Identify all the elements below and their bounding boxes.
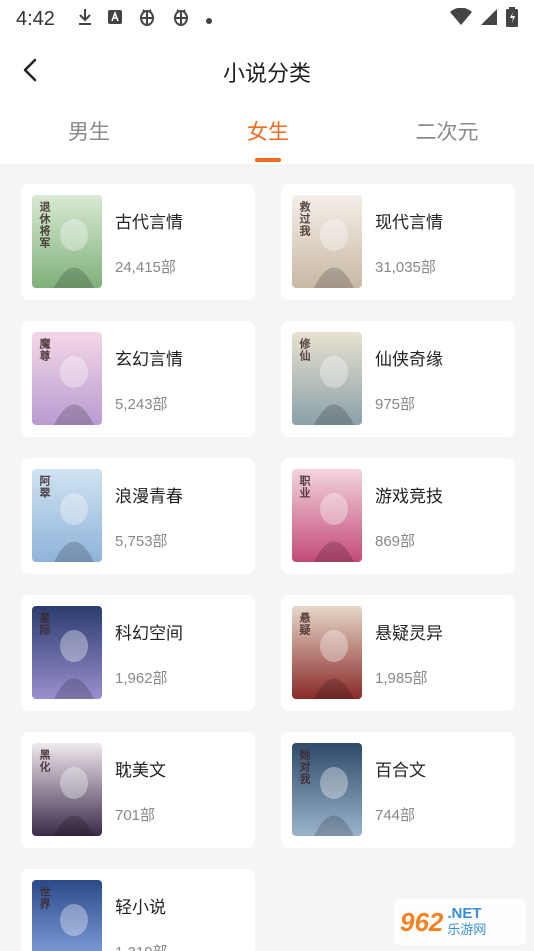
bug-icon [171, 7, 191, 32]
book-cover-image: 阿翠 [32, 469, 102, 562]
a-box-icon [107, 9, 123, 30]
watermark-site: 乐游网 [447, 922, 487, 937]
category-count: 701部 [115, 807, 156, 824]
category-count: 869部 [375, 533, 416, 550]
book-cover-title: 职业 [298, 475, 311, 499]
category-name: 轻小说 [115, 898, 166, 918]
active-tab-indicator [255, 158, 281, 162]
wifi-icon [450, 7, 472, 31]
category-name: 古代言情 [115, 213, 183, 233]
header: 小说分类 [0, 38, 534, 102]
page-title: 小说分类 [222, 62, 311, 87]
category-card[interactable]: 悬疑悬疑灵异 1,985部 [281, 595, 515, 711]
category-name: 仙侠奇缘 [375, 350, 443, 370]
category-name: 游戏竞技 [375, 487, 443, 507]
book-cover-title: 星际 [38, 612, 51, 636]
download-icon [77, 8, 93, 31]
book-cover-title: 悬疑 [298, 612, 311, 636]
category-card[interactable]: 世界轻小说 1,219部 [21, 869, 255, 951]
battery-icon [506, 6, 518, 32]
category-count: 975部 [375, 396, 416, 413]
category-count: 1,985部 [375, 670, 428, 687]
book-cover-image: 职业 [292, 469, 362, 562]
book-cover-image: 星际 [32, 606, 102, 699]
category-card[interactable]: 修仙仙侠奇缘 975部 [281, 321, 515, 437]
category-card[interactable]: 魔尊玄幻言情 5,243部 [21, 321, 255, 437]
book-cover-image: 世界 [32, 880, 102, 951]
book-cover-image: 救过我 [292, 195, 362, 288]
tab-anime[interactable]: 二次元 [387, 116, 507, 146]
category-name: 科幻空间 [115, 624, 183, 644]
book-cover-title: 魔尊 [38, 338, 51, 362]
category-count: 5,243部 [115, 396, 168, 413]
category-count: 1,962部 [115, 670, 168, 687]
category-count: 1,219部 [115, 941, 168, 951]
category-name: 百合文 [375, 761, 426, 781]
site-watermark: 962 .NET 乐游网 [394, 899, 526, 945]
bug-icon [137, 7, 157, 32]
category-card[interactable]: 职业游戏竞技 869部 [281, 458, 515, 574]
book-cover-title: 修仙 [298, 338, 311, 362]
signal-icon [480, 8, 498, 31]
category-grid: 退休将军 古代言情 24,415部 救过我 现代言情 31,035部魔尊玄幻言情 5,243… [0, 164, 534, 951]
category-name: 现代言情 [375, 213, 443, 233]
watermark-net: .NET [447, 905, 482, 922]
category-name: 玄幻言情 [115, 350, 183, 370]
watermark-number: 962 [400, 906, 444, 937]
book-cover-title: 救过我 [298, 201, 311, 237]
category-name: 耽美文 [115, 761, 166, 781]
category-count: 31,035部 [375, 259, 436, 276]
category-card[interactable]: 救过我 现代言情 31,035部 [281, 184, 515, 300]
book-cover-image: 她对我 [292, 743, 362, 836]
dot-icon [205, 9, 213, 30]
status-time: 4:42 [16, 7, 55, 30]
book-cover-title: 她对我 [298, 749, 311, 785]
book-cover-image: 修仙 [292, 332, 362, 425]
category-name: 浪漫青春 [115, 487, 183, 507]
book-cover-image: 悬疑 [292, 606, 362, 699]
tab-female[interactable]: 女生 [208, 116, 328, 146]
status-right-icons [450, 6, 518, 32]
category-card[interactable]: 黑化耽美文 701部 [21, 732, 255, 848]
category-card[interactable]: 星际科幻空间 1,962部 [21, 595, 255, 711]
status-bar: 4:42 [0, 0, 534, 38]
gender-tabs: 男生 女生 二次元 [0, 102, 534, 164]
tab-male[interactable]: 男生 [29, 116, 149, 146]
category-name: 悬疑灵异 [375, 624, 443, 644]
book-cover-title: 退休将军 [38, 201, 51, 249]
category-card[interactable]: 她对我 百合文 744部 [281, 732, 515, 848]
book-cover-image: 魔尊 [32, 332, 102, 425]
book-cover-title: 黑化 [38, 749, 51, 773]
book-cover-image: 黑化 [32, 743, 102, 836]
category-count: 744部 [375, 807, 416, 824]
category-card[interactable]: 退休将军 古代言情 24,415部 [21, 184, 255, 300]
book-cover-image: 退休将军 [32, 195, 102, 288]
book-cover-title: 世界 [38, 886, 51, 910]
category-count: 24,415部 [115, 259, 176, 276]
category-card[interactable]: 阿翠浪漫青春 5,753部 [21, 458, 255, 574]
category-count: 5,753部 [115, 533, 168, 550]
book-cover-title: 阿翠 [38, 475, 51, 499]
